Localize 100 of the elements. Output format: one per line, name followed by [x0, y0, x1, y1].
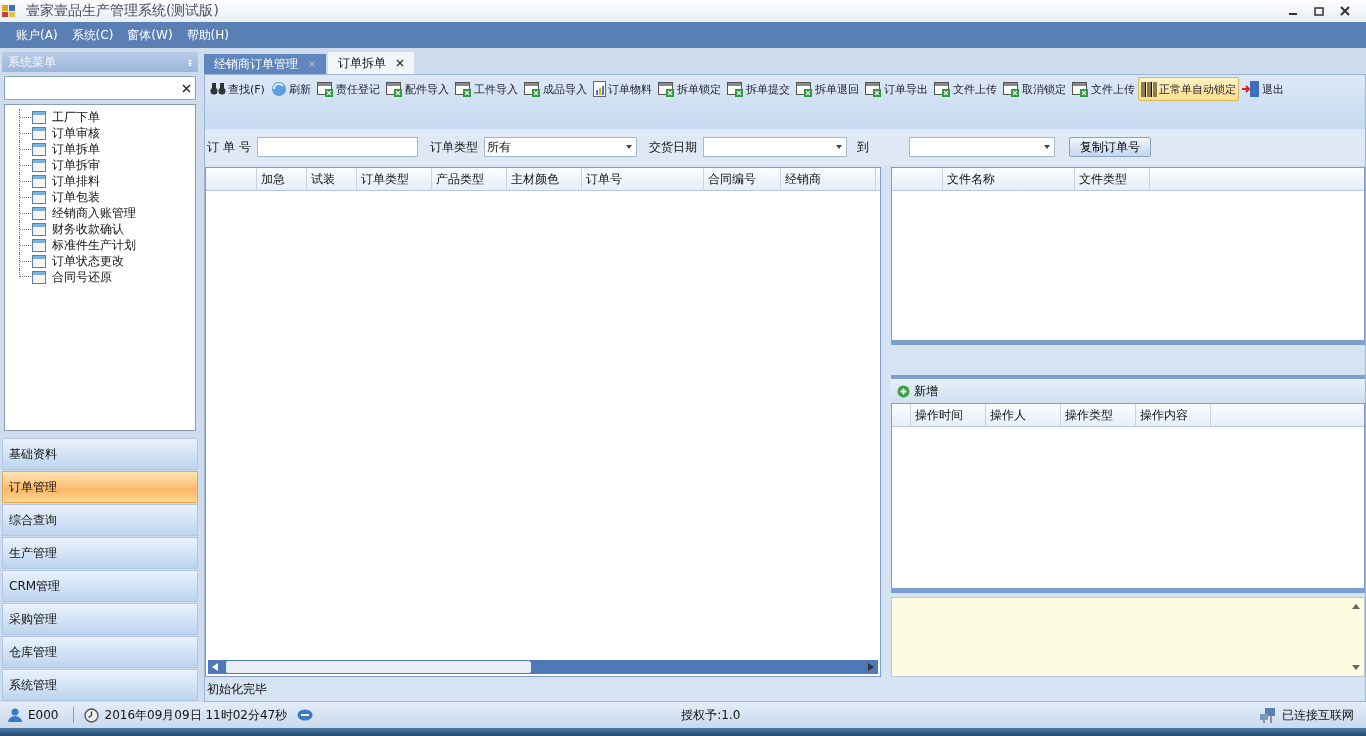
column-header[interactable]: 文件名称	[943, 168, 1075, 190]
tree-item[interactable]: 订单状态更改	[52, 252, 124, 270]
toolbar-button[interactable]: 订单导出	[861, 77, 931, 101]
right-arrow-icon[interactable]	[868, 663, 874, 671]
column-header[interactable]: 文件类型	[1075, 168, 1150, 190]
form-icon	[32, 174, 46, 188]
close-icon[interactable]	[396, 59, 404, 67]
column-header[interactable]: 经销商	[781, 168, 876, 190]
form-icon	[32, 238, 46, 252]
form-icon	[32, 190, 46, 204]
column-header[interactable]: 订单类型	[357, 168, 432, 190]
column-header[interactable]: 合同编号	[704, 168, 781, 190]
tab[interactable]: 订单拆单	[328, 52, 414, 74]
nav-button[interactable]: 基础资料	[2, 438, 198, 470]
toolbar-button[interactable]: 文件上传	[1068, 77, 1138, 101]
tree-item[interactable]: 订单排料	[52, 172, 100, 190]
form-icon	[32, 254, 46, 268]
clear-icon[interactable]	[182, 83, 191, 93]
tree-item[interactable]: 工厂下单	[52, 108, 100, 126]
tree-item[interactable]: 财务收款确认	[52, 220, 124, 238]
copy-order-number-button[interactable]: 复制订单号	[1068, 137, 1151, 157]
clock-icon	[83, 707, 99, 723]
toolbar-button[interactable]: 配件导入	[382, 77, 452, 101]
tree-item[interactable]: 订单包装	[52, 188, 100, 206]
column-header[interactable]: 订单号	[582, 168, 704, 190]
spreadsheet-icon	[657, 81, 675, 97]
spreadsheet-icon	[385, 81, 403, 97]
column-header[interactable]: 试装	[307, 168, 357, 190]
tab[interactable]: 经销商订单管理	[204, 54, 326, 74]
toolbar-button[interactable]: 责任登记	[313, 77, 383, 101]
form-icon	[32, 158, 46, 172]
toolbar-button[interactable]: 拆单锁定	[654, 77, 724, 101]
menu-item[interactable]: 账户(A)	[16, 26, 58, 44]
status-message: 初始化完毕	[207, 680, 267, 698]
toolbar-button[interactable]: 工件导入	[451, 77, 521, 101]
caret-icon	[625, 145, 632, 149]
nav-button[interactable]: 综合查询	[2, 504, 198, 536]
toolbar-button[interactable]: 成品导入	[520, 77, 590, 101]
network-computer-icon	[1260, 707, 1276, 723]
globe-icon	[270, 81, 287, 97]
nav-button[interactable]: CRM管理	[2, 570, 198, 602]
nav-button[interactable]: 生产管理	[2, 537, 198, 569]
license-text: 授权予:1.0	[681, 706, 741, 724]
tree-item[interactable]: 订单审核	[52, 124, 100, 142]
maximize-icon[interactable]	[1314, 6, 1324, 16]
toolbar-button[interactable]: 拆单退回	[792, 77, 862, 101]
nav-button[interactable]: 订单管理	[2, 471, 198, 503]
left-arrow-icon[interactable]	[212, 663, 218, 671]
toolbar-button[interactable]: 查找(F)	[207, 77, 268, 101]
up-arrow-icon[interactable]	[1352, 604, 1360, 609]
menu-item[interactable]: 窗体(W)	[127, 26, 173, 44]
tree-item[interactable]: 经销商入账管理	[52, 204, 136, 222]
nav-button[interactable]: 仓库管理	[2, 636, 198, 668]
caret-icon	[1043, 145, 1050, 149]
add-button[interactable]: 新增	[891, 382, 944, 400]
spreadsheet-icon	[316, 81, 334, 97]
column-header[interactable]: 操作类型	[1061, 404, 1136, 426]
toolbar-button[interactable]: 拆单提交	[723, 77, 793, 101]
date-field[interactable]	[908, 137, 1055, 157]
toolbar-button[interactable]: 退出	[1238, 77, 1287, 101]
tree-item[interactable]: 订单拆单	[52, 140, 100, 158]
chat-bubble-icon	[297, 708, 314, 722]
column-header[interactable]: 产品类型	[432, 168, 507, 190]
spreadsheet-icon	[1002, 81, 1020, 97]
menu-item[interactable]: 系统(C)	[71, 26, 114, 44]
horizontal-scrollbar[interactable]	[208, 660, 878, 674]
form-icon	[32, 110, 46, 124]
toolbar-button[interactable]: 正常单自动锁定	[1137, 77, 1239, 101]
barcode-icon	[1140, 81, 1157, 97]
column-header[interactable]: 操作时间	[911, 404, 986, 426]
date-field[interactable]	[702, 137, 847, 157]
menu-item[interactable]: 帮助(H)	[186, 26, 229, 44]
toolbar-button[interactable]: 刷新	[267, 77, 314, 101]
toolbar-button[interactable]: 取消锁定	[999, 77, 1069, 101]
column-header[interactable]: 加急	[257, 168, 307, 190]
notes-field[interactable]	[891, 597, 1365, 677]
tree-item[interactable]: 合同号还原	[52, 268, 112, 286]
nav-button[interactable]: 采购管理	[2, 603, 198, 635]
panel-title: 系统菜单	[8, 53, 56, 71]
nav-button[interactable]: 系统管理	[2, 669, 198, 701]
user-icon	[8, 708, 22, 722]
order-number-field[interactable]	[256, 137, 418, 157]
column-header[interactable]: 主材颜色	[507, 168, 582, 190]
order-type-dropdown[interactable]: 所有	[483, 137, 637, 157]
column-header[interactable]: 操作内容	[1136, 404, 1211, 426]
tab-label: 订单拆单	[338, 54, 386, 72]
spreadsheet-icon	[454, 81, 472, 97]
toolbar-button[interactable]: 文件上传	[930, 77, 1000, 101]
spreadsheet-icon	[523, 81, 541, 97]
search-field[interactable]	[4, 76, 196, 100]
form-icon	[32, 142, 46, 156]
field-label: 订单类型	[429, 138, 478, 156]
tree-item[interactable]: 订单拆审	[52, 156, 100, 174]
toolbar-button[interactable]: 订单物料	[589, 77, 655, 101]
close-icon[interactable]	[1340, 6, 1350, 16]
column-header[interactable]: 操作人	[986, 404, 1061, 426]
tree-item[interactable]: 标准件生产计划	[52, 236, 136, 254]
tab-label: 经销商订单管理	[214, 55, 298, 73]
down-arrow-icon[interactable]	[1352, 665, 1360, 670]
plus-icon	[897, 384, 910, 398]
